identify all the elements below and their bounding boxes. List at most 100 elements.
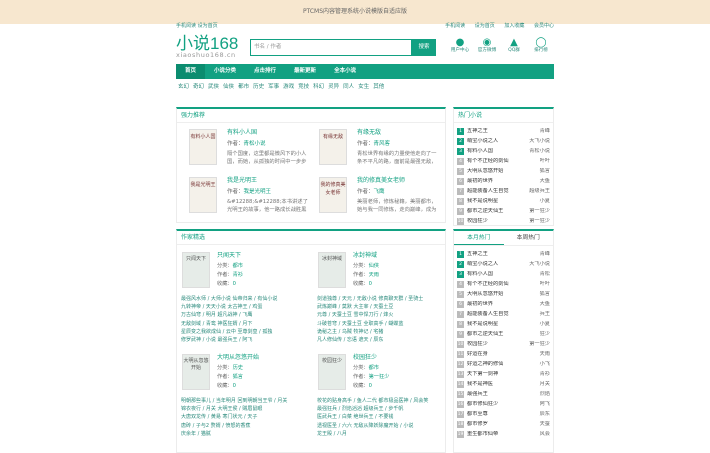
nav-latest[interactable]: 最新更新 (285, 64, 325, 79)
category-link[interactable]: 玄幻 (178, 84, 189, 91)
related-link[interactable]: 超凡战神 / 飞鹰 (217, 312, 252, 318)
book-name[interactable]: 我不是说明星 (467, 198, 520, 205)
top-link-mobile-right[interactable]: 手机阅读 (445, 23, 465, 29)
category-link[interactable]: 竞技 (298, 84, 309, 91)
book-name[interactable]: 五神之王 (467, 128, 520, 135)
list-item[interactable]: 11 好运在身 天雨 (457, 349, 550, 359)
related-link[interactable]: 大明王侯 / 贼眉鼠眼 (217, 406, 262, 412)
work-cover[interactable]: 冰封神域 (318, 252, 346, 288)
list-item[interactable]: 3 有料小人国 青松 (457, 269, 550, 279)
work-cover[interactable]: 只闻天下 (182, 252, 210, 288)
site-logo[interactable]: 小说168 xiaoshuo168.cn (176, 35, 238, 59)
search-button[interactable]: 搜索 (412, 39, 436, 56)
book-title[interactable]: 有料小人国 (227, 129, 257, 137)
related-link[interactable]: 全职高手 / 蝴蝶蓝 (363, 321, 403, 327)
related-link[interactable]: 校花的贴身高手 / 鱼人二代 (317, 398, 377, 404)
list-item[interactable]: 13 天下第一剑神 青衫 (457, 369, 550, 379)
tab-monthly[interactable]: 本月热门 (454, 231, 504, 245)
list-item[interactable]: 10 校园狂少 第一狂少 (457, 339, 550, 349)
category-link[interactable]: 同人 (343, 84, 354, 91)
nav-home[interactable]: 首页 (176, 64, 206, 79)
recommend-book[interactable]: 有料小人国 有料小人国 作者：青松小说 隔个国度，这里都是微风下的小人国，而她，… (181, 129, 309, 175)
related-link[interactable]: 寒门状元 / 天子 (222, 414, 257, 420)
nav-category[interactable]: 小说分类 (205, 64, 245, 79)
book-name[interactable]: 好运之神的修仙 (467, 361, 520, 368)
related-link[interactable]: 绝世兵王 / 不要钱 (353, 414, 393, 420)
list-item[interactable]: 9 都市之逆天仙王 狂少 (457, 329, 550, 339)
work-title[interactable]: 只闻天下 (217, 252, 241, 260)
category-link[interactable]: 女生 (358, 84, 369, 91)
book-title[interactable]: 我的修真美女老师 (357, 177, 405, 185)
related-link[interactable]: 牧神记 / 宅猪 (353, 329, 383, 335)
top-link-home[interactable]: 设为首页 (198, 23, 218, 29)
list-item[interactable]: 17 都市至尊 辰东 (457, 409, 550, 419)
list-item[interactable]: 3 有料小人国 青松小说 (457, 146, 550, 156)
category-link[interactable]: 军事 (268, 84, 279, 91)
list-item[interactable]: 7 超能装备人生自觉 兵王 (457, 309, 550, 319)
related-link[interactable]: 都市极品医神 / 风会笑 (378, 398, 428, 404)
category-link[interactable]: 其他 (373, 84, 384, 91)
related-link[interactable]: 元尊 / 天蚕土豆 (317, 312, 352, 318)
related-link[interactable]: 透视医圣 / 六六 (317, 423, 352, 429)
list-item[interactable]: 4 有个不正经的剑仙 叶叶 (457, 279, 550, 289)
quick-qq[interactable]: ▲ QQ群 (504, 37, 524, 54)
related-link[interactable]: 仙帝归来 / 有仙小说 (232, 296, 277, 302)
related-link[interactable]: 超级兵王 / 步千帆 (363, 406, 403, 412)
book-cover[interactable]: 我的修真美女老师 (319, 177, 347, 213)
book-name[interactable]: 最初的世界 (467, 301, 520, 308)
book-name[interactable]: 好运在身 (467, 351, 520, 358)
book-title[interactable]: 有缘无敌 (357, 129, 381, 137)
book-name[interactable]: 天下第一剑神 (467, 371, 520, 378)
work-title[interactable]: 大明从忽悠开始 (217, 354, 259, 362)
top-link-member[interactable]: 会员中心 (534, 23, 554, 29)
list-item[interactable]: 18 都市修罗 天蚕 (457, 419, 550, 429)
book-name[interactable]: 有料小人国 (467, 271, 520, 278)
tab-weekly[interactable]: 本周热门 (504, 231, 554, 245)
category-link[interactable]: 历史 (253, 84, 264, 91)
related-link[interactable]: 无敌剑域 / 青鸾 (181, 321, 216, 327)
category-link[interactable]: 奇幻 (193, 84, 204, 91)
list-item[interactable]: 7 超能装备人生自觉 超级兵王 (457, 186, 550, 196)
related-link[interactable]: 修真聊天群 / 圣骑士 (378, 296, 423, 302)
related-link[interactable]: 万古仙穹 / 明月 (181, 312, 216, 318)
related-link[interactable]: 唐砖 / 孑与2 (181, 423, 209, 429)
book-name[interactable]: 超能装备人生自觉 (467, 188, 520, 195)
book-name[interactable]: 超能装备人生自觉 (467, 311, 520, 318)
related-link[interactable]: 大唐双龙传 / 黄易 (181, 414, 221, 420)
recommend-book[interactable]: 我是光明王 我是光明王 作者：我是光明王 &#12288;&#12288;本书讲… (181, 177, 309, 223)
related-link[interactable]: 至尊剑皇 / 孤独 (237, 329, 272, 335)
related-link[interactable]: 庆余年 / 猫腻 (181, 431, 211, 437)
related-link[interactable]: 明朝那些事儿 / 当年明月 (181, 398, 236, 404)
related-link[interactable]: 无敌从降妖除魔开始 / 小说 (353, 423, 413, 429)
related-link[interactable]: 剑道独尊 / 天元 / 无敌小说 (317, 296, 377, 302)
quick-rank[interactable]: ◯ 排行榜 (531, 37, 551, 54)
quick-weibo[interactable]: ◉ 官方微博 (477, 37, 497, 54)
book-name[interactable]: 都市之逆天仙王 (467, 331, 520, 338)
list-item[interactable]: 10 校园狂少 第一狂少 (457, 216, 550, 226)
top-link-sethome[interactable]: 设为首页 (475, 23, 495, 29)
category-link[interactable]: 游戏 (283, 84, 294, 91)
list-item[interactable]: 6 最初的世界 大鱼 (457, 299, 550, 309)
book-name[interactable]: 萌宝小说之人 (467, 261, 520, 268)
book-cover[interactable]: 有料小人国 (189, 129, 217, 165)
list-item[interactable]: 6 最初的世界 大鱼 (457, 176, 550, 186)
category-link[interactable]: 武侠 (208, 84, 219, 91)
list-item[interactable]: 2 萌宝小说之人 大飞小说 (457, 259, 550, 269)
list-item[interactable]: 12 好运之神的修仙 小飞 (457, 359, 550, 369)
list-item[interactable]: 14 我不是神医 月关 (457, 379, 550, 389)
top-link-mobile[interactable]: 手机阅读 (176, 23, 196, 29)
list-item[interactable]: 8 我不是说明星 小夏 (457, 319, 550, 329)
book-name[interactable]: 最初的世界 (467, 178, 520, 185)
related-link[interactable]: 龙王殿 / 八月 (317, 431, 347, 437)
book-name[interactable]: 重生都市仙帝 (467, 431, 520, 438)
list-item[interactable]: 9 都市之逆天仙王 第一狂少 (457, 206, 550, 216)
related-link[interactable]: 武炼巅峰 / 莫默 (317, 304, 352, 310)
related-link[interactable]: 医武兵王 / 白菜 (317, 414, 352, 420)
book-name[interactable]: 都市之逆天仙王 (467, 208, 520, 215)
category-link[interactable]: 科幻 (313, 84, 324, 91)
list-item[interactable]: 5 大明从忽悠开始 狐言 (457, 166, 550, 176)
work-title[interactable]: 校园狂少 (353, 354, 377, 362)
list-item[interactable]: 8 我不是说明星 小夏 (457, 196, 550, 206)
book-name[interactable]: 有料小人国 (467, 148, 520, 155)
list-item[interactable]: 19 重生都市仙帝 风会 (457, 429, 550, 439)
